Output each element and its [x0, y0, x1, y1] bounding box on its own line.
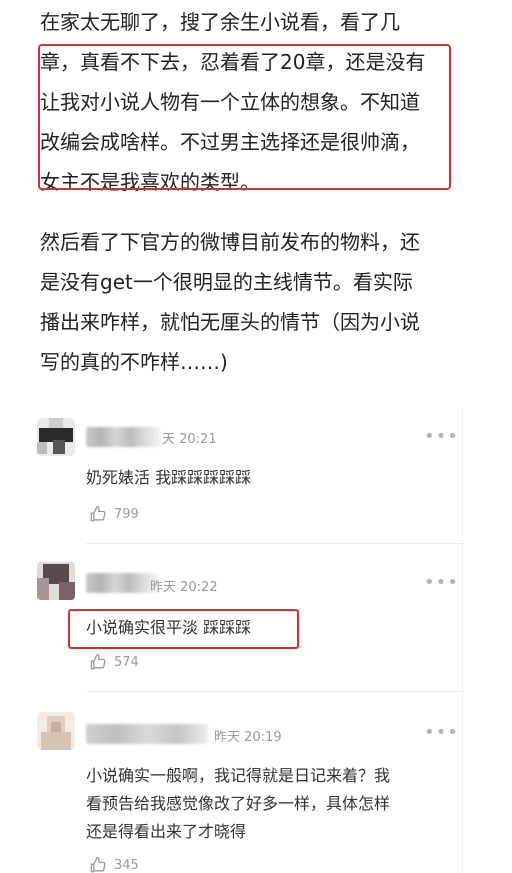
more-dots-icon[interactable]: ••• — [424, 724, 459, 742]
more-dots-icon[interactable]: ••• — [424, 574, 459, 592]
comment-text: 奶死婊活 我踩踩踩踩踩 — [86, 468, 252, 487]
like-button[interactable]: 574 — [88, 652, 139, 672]
comment-text: 还是得看出来了才晓得 — [86, 822, 247, 841]
paragraph-line: 然后看了下官方的微博目前发布的物料，还 — [40, 230, 420, 254]
paragraph-line: 女主不是我喜欢的类型。 — [40, 170, 260, 194]
comment-time: 昨天 20:22 — [150, 580, 218, 595]
comment-text: 小说确实很平淡 踩踩踩 — [86, 618, 252, 637]
comment-text: 小说确实一般啊，我记得就是日记来着？我 — [86, 766, 391, 785]
username-blurred[interactable] — [86, 573, 158, 593]
like-button[interactable]: 799 — [88, 504, 139, 524]
like-button[interactable]: 345 — [88, 855, 139, 873]
like-count: 799 — [114, 506, 139, 522]
thumbs-up-icon — [90, 856, 106, 873]
avatar[interactable] — [37, 712, 75, 750]
paragraph-line: 在家太无聊了，搜了余生小说看，看了几 — [40, 10, 400, 34]
comment-divider — [86, 691, 464, 692]
article-paragraph-1: 在家太无聊了，搜了余生小说看，看了几 章，真看不下去，忍着看了20章，还是没有 … — [40, 2, 425, 202]
comment-divider — [86, 543, 464, 544]
thumbs-up-icon — [90, 505, 106, 522]
like-count: 574 — [114, 654, 139, 670]
comment-time: 昨天 20:19 — [214, 730, 282, 745]
username-blurred[interactable] — [86, 427, 160, 447]
article-paragraph-2: 然后看了下官方的微博目前发布的物料，还 是没有get一个很明显的主线情节。看实际… — [40, 222, 420, 382]
thumbs-up-icon — [90, 653, 106, 670]
comment-text: 看预告给我感觉像改了好多一样，具体怎样 — [86, 794, 391, 813]
paragraph-line: 章，真看不下去，忍着看了20章，还是没有 — [40, 50, 426, 74]
avatar[interactable] — [37, 418, 75, 456]
avatar[interactable] — [37, 562, 75, 600]
side-divider — [462, 408, 463, 873]
paragraph-line: 播出来咋样，就怕无厘头的情节（因为小说 — [40, 310, 420, 334]
paragraph-line: 是没有get一个很明显的主线情节。看实际 — [40, 270, 413, 294]
like-count: 345 — [114, 857, 139, 873]
paragraph-line: 写的真的不咋样……) — [40, 350, 228, 374]
paragraph-line: 让我对小说人物有一个立体的想象。不知道 — [40, 90, 420, 114]
username-blurred[interactable] — [86, 724, 208, 744]
comment-time: 天 20:21 — [162, 432, 217, 447]
more-dots-icon[interactable]: ••• — [424, 428, 459, 446]
paragraph-line: 改编会成啥样。不过男主选择还是很帅滴， — [40, 130, 420, 154]
